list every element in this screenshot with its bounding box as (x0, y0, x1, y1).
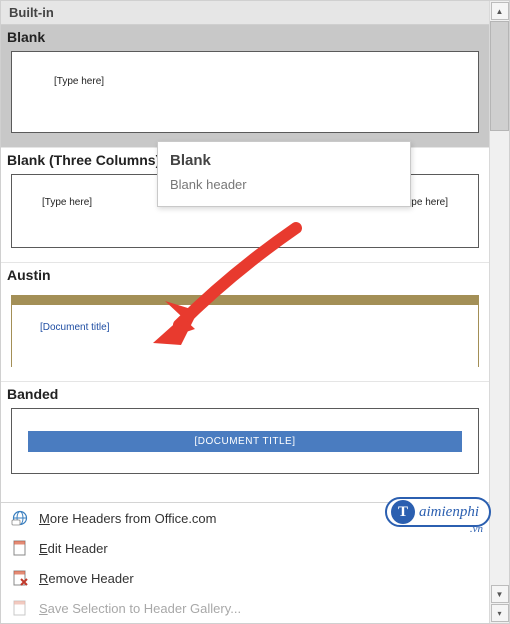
menu-save-selection: Save Selection to Header Gallery... (1, 593, 489, 623)
menu-label: More Headers from Office.com (39, 511, 217, 526)
menu-label: Save Selection to Header Gallery... (39, 601, 241, 616)
preview-banded: [DOCUMENT TITLE] (11, 408, 479, 474)
placeholder-text: [Document title] (40, 322, 109, 333)
vertical-scrollbar[interactable]: ▲ ▼ ▾ (489, 1, 509, 623)
placeholder-text: [Type here] (42, 197, 92, 247)
placeholder-text: [Type here] (54, 76, 104, 87)
header-gallery: Built-in Blank [Type here] Blank (Three … (1, 1, 489, 502)
menu-label: Remove Header (39, 571, 134, 586)
page-icon (11, 539, 29, 557)
page-save-icon (11, 599, 29, 617)
menu-remove-header[interactable]: Remove Header (1, 563, 489, 593)
scroll-up-button[interactable]: ▲ (491, 2, 509, 20)
gallery-item-title: Banded (1, 382, 489, 404)
tooltip-description: Blank header (170, 177, 398, 192)
scroll-down-button[interactable]: ▼ (491, 585, 509, 603)
tooltip: Blank Blank header (157, 141, 411, 207)
placeholder-text: [DOCUMENT TITLE] (28, 431, 462, 452)
scroll-thumb[interactable] (490, 21, 509, 131)
preview-austin: [Document title] (11, 295, 479, 367)
menu-footer: More Headers from Office.com Edit Header… (1, 502, 489, 623)
group-header-builtin: Built-in (1, 1, 489, 25)
menu-edit-header[interactable]: Edit Header (1, 533, 489, 563)
scroll-track[interactable] (490, 21, 509, 584)
page-remove-icon (11, 569, 29, 587)
menu-more-headers[interactable]: More Headers from Office.com (1, 503, 489, 533)
gallery-item-blank[interactable]: Blank [Type here] (1, 25, 489, 148)
globe-icon (11, 509, 29, 527)
menu-label: Edit Header (39, 541, 108, 556)
gallery-item-title: Blank (1, 25, 489, 47)
gallery-item-austin[interactable]: Austin [Document title] (1, 263, 489, 382)
gallery-item-banded[interactable]: Banded [DOCUMENT TITLE] (1, 382, 489, 478)
tooltip-title: Blank (170, 152, 398, 169)
preview-blank: [Type here] (11, 51, 479, 133)
scroll-options-button[interactable]: ▾ (491, 604, 509, 622)
gallery-item-title: Austin (1, 263, 489, 285)
